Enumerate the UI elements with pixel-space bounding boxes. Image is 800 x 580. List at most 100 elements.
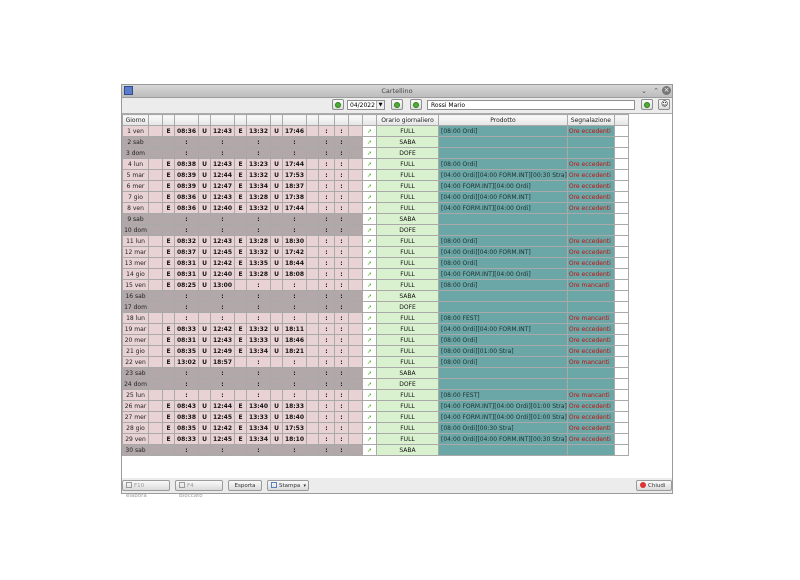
flag-cell[interactable]	[148, 444, 163, 456]
punch-cell[interactable]: 12:42	[210, 422, 235, 434]
flag-cell[interactable]	[148, 422, 163, 434]
punch-cell[interactable]: :	[210, 389, 235, 401]
column-header[interactable]	[198, 114, 211, 126]
spacer-cell[interactable]	[348, 158, 363, 170]
arrow-icon[interactable]: ➚	[367, 370, 372, 377]
orario-cell[interactable]: FULL	[376, 191, 439, 203]
arrow-cell[interactable]: ➚	[362, 213, 377, 225]
punch-cell[interactable]	[198, 389, 211, 401]
punch-cell[interactable]: U	[198, 180, 211, 192]
punch-cell[interactable]	[234, 279, 247, 291]
segnalazione-cell[interactable]: Ore eccedenti	[566, 422, 615, 434]
punch-cell[interactable]: 17:53	[282, 422, 307, 434]
arrow-icon[interactable]: ➚	[367, 216, 372, 223]
segnalazione-cell[interactable]: Ore mancanti	[566, 356, 615, 368]
table-row[interactable]: 20 mer E 08:31 U 12:43 E 13:33 U 18:46:: ➚ FULL [08…	[122, 334, 629, 346]
segnalazione-cell[interactable]	[566, 136, 615, 148]
arrow-cell[interactable]: ➚	[362, 312, 377, 324]
punch-cell[interactable]	[270, 312, 283, 324]
punch-cell[interactable]: :	[210, 290, 235, 302]
punch-cell[interactable]	[270, 301, 283, 313]
punch-cell[interactable]: E	[162, 257, 175, 269]
orario-cell[interactable]: FULL	[376, 411, 439, 423]
punch-cell[interactable]: 13:28	[246, 235, 271, 247]
spacer-cell[interactable]	[348, 367, 363, 379]
flag-cell[interactable]	[148, 136, 163, 148]
punch-cell[interactable]: 13:34	[246, 433, 271, 445]
arrow-cell[interactable]: ➚	[362, 411, 377, 423]
punch-cell[interactable]: :	[174, 147, 199, 159]
column-header[interactable]	[148, 114, 163, 126]
column-header[interactable]	[234, 114, 247, 126]
arrow-icon[interactable]: ➚	[367, 436, 372, 443]
prodotto-cell[interactable]	[438, 147, 568, 159]
arrow-icon[interactable]: ➚	[367, 359, 372, 366]
prodotto-cell[interactable]	[438, 301, 568, 313]
spacer-cell[interactable]	[348, 202, 363, 214]
prodotto-cell[interactable]: [08:00 FEST]	[438, 312, 568, 324]
arrow-cell[interactable]: ➚	[362, 345, 377, 357]
punch-cell[interactable]: E	[162, 202, 175, 214]
arrow-icon[interactable]: ➚	[367, 337, 372, 344]
extra-cell[interactable]	[613, 279, 629, 291]
punch-cell[interactable]: 18:40	[282, 411, 307, 423]
punch-cell[interactable]: E	[162, 235, 175, 247]
punch-cell[interactable]: 08:38	[174, 411, 199, 423]
day-cell[interactable]: 12 mar	[122, 246, 149, 258]
punch-cell[interactable]: :	[334, 224, 349, 236]
prodotto-cell[interactable]: [08:00 Ordi]	[438, 235, 568, 247]
flag-cell[interactable]	[148, 312, 163, 324]
flag-cell[interactable]	[148, 389, 163, 401]
prodotto-cell[interactable]: [04:00 FORM.INT][04:00 Ordi]	[438, 202, 568, 214]
spacer-cell[interactable]	[348, 323, 363, 335]
arrow-cell[interactable]: ➚	[362, 444, 377, 456]
spacer-cell[interactable]	[348, 301, 363, 313]
punch-cell[interactable]: :	[318, 290, 335, 302]
segnalazione-cell[interactable]: Ore eccedenti	[566, 158, 615, 170]
punch-cell[interactable]: :	[318, 411, 335, 423]
punch-cell[interactable]	[306, 367, 319, 379]
punch-cell[interactable]: :	[318, 235, 335, 247]
punch-cell[interactable]: U	[198, 257, 211, 269]
arrow-icon[interactable]: ➚	[367, 260, 372, 267]
arrow-cell[interactable]: ➚	[362, 125, 377, 137]
punch-cell[interactable]: :	[282, 356, 307, 368]
extra-cell[interactable]	[613, 202, 629, 214]
table-row[interactable]: 25 lun:::::: ➚ FULL [08:00 FEST] Ore mancant…	[122, 389, 629, 401]
punch-cell[interactable]: E	[234, 191, 247, 203]
prodotto-cell[interactable]: [08:00 Ordi][00:30 Stra]	[438, 422, 568, 434]
table-row[interactable]: 21 gio E 08:35 U 12:49 E 13:34 U 18:21:: ➚ FULL [08…	[122, 345, 629, 357]
day-cell[interactable]: 30 sab	[122, 444, 149, 456]
punch-cell[interactable]: :	[282, 378, 307, 390]
punch-cell[interactable]: 12:43	[210, 191, 235, 203]
punch-cell[interactable]: :	[334, 378, 349, 390]
punch-cell[interactable]: 08:33	[174, 433, 199, 445]
punch-cell[interactable]	[198, 444, 211, 456]
column-header[interactable]	[210, 114, 235, 126]
punch-cell[interactable]: :	[210, 444, 235, 456]
spacer-cell[interactable]	[348, 422, 363, 434]
punch-cell[interactable]: U	[270, 180, 283, 192]
punch-cell[interactable]: 08:39	[174, 180, 199, 192]
arrow-icon[interactable]: ➚	[367, 315, 372, 322]
flag-cell[interactable]	[148, 268, 163, 280]
punch-cell[interactable]	[198, 213, 211, 225]
segnalazione-cell[interactable]: Ore eccedenti	[566, 411, 615, 423]
punch-cell[interactable]	[162, 290, 175, 302]
table-row[interactable]: 12 mar E 08:37 U 12:45 E 13:32 U 17:42:: ➚ FULL [04…	[122, 246, 629, 258]
punch-cell[interactable]: E	[162, 246, 175, 258]
spacer-cell[interactable]	[348, 169, 363, 181]
punch-cell[interactable]: :	[318, 356, 335, 368]
orario-cell[interactable]: FULL	[376, 257, 439, 269]
extra-cell[interactable]	[613, 125, 629, 137]
table-row[interactable]: 9 sab:::::: ➚ SABA	[122, 213, 629, 225]
punch-cell[interactable]: U	[270, 257, 283, 269]
spacer-cell[interactable]	[348, 235, 363, 247]
punch-cell[interactable]: :	[318, 169, 335, 181]
punch-cell[interactable]: 12:49	[210, 345, 235, 357]
punch-cell[interactable]: 13:28	[246, 268, 271, 280]
punch-cell[interactable]	[306, 323, 319, 335]
punch-cell[interactable]: :	[334, 235, 349, 247]
table-row[interactable]: 23 sab:::::: ➚ SABA	[122, 367, 629, 379]
punch-cell[interactable]: 13:34	[246, 180, 271, 192]
